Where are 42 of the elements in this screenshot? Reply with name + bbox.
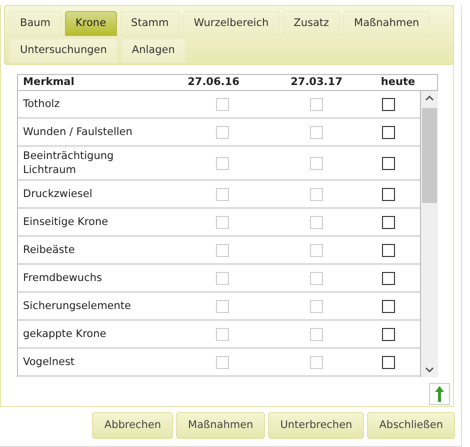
row-label: Einseitige Krone (22, 215, 110, 230)
scroll-up-icon[interactable] (425, 95, 434, 101)
checkbox[interactable] (382, 188, 395, 200)
column-header: 27.03.17 (290, 75, 344, 90)
row-label: Totholz (22, 97, 61, 112)
column-header: Merkmal (22, 75, 76, 90)
row-label: Druckzwiesel (22, 187, 94, 202)
checkbox[interactable] (382, 216, 395, 228)
tab[interactable]: Wurzelbereich (182, 11, 280, 36)
checkbox[interactable] (382, 244, 395, 256)
checkbox[interactable] (382, 300, 395, 312)
row-label: Reibeäste (22, 243, 76, 258)
checkbox[interactable] (382, 98, 395, 110)
scrollbar[interactable] (421, 91, 438, 377)
footer-button[interactable]: Maßnahmen (176, 412, 266, 439)
tab[interactable]: Anlagen (120, 38, 186, 63)
checkbox[interactable] (382, 328, 395, 340)
row-label: Fremdbewuchs (22, 271, 103, 286)
row-label: Beeinträchtigung Lichtraum (22, 149, 115, 178)
checkbox[interactable] (382, 356, 395, 368)
column-header: 27.06.16 (186, 75, 240, 90)
row-label: Vogelnest (22, 355, 76, 370)
tab[interactable]: Krone (64, 11, 118, 36)
tab[interactable]: Maßnahmen (343, 11, 430, 36)
tab[interactable]: Stamm (120, 11, 180, 36)
up-arrow-icon (435, 386, 444, 402)
row-label: Sicherungselemente (22, 299, 132, 314)
checkbox[interactable] (382, 156, 395, 170)
tab[interactable]: Zusatz (282, 11, 340, 36)
scroll-down-icon[interactable] (425, 367, 434, 373)
column-header: heute (380, 75, 416, 90)
footer-button[interactable]: Abbrechen (92, 412, 174, 439)
scroll-top-button[interactable] (429, 383, 450, 405)
checkbox[interactable] (382, 126, 395, 138)
checkbox[interactable] (382, 272, 395, 284)
row-label: Wunden / Faulstellen (22, 125, 134, 140)
footer-button[interactable]: Unterbrechen (268, 412, 364, 439)
tab[interactable]: Untersuchungen (9, 38, 118, 63)
footer-button[interactable]: Abschließen (367, 412, 455, 439)
scrollbar-thumb[interactable] (422, 108, 437, 203)
tab[interactable]: Baum (9, 11, 62, 36)
row-label: gekappte Krone (22, 327, 108, 342)
